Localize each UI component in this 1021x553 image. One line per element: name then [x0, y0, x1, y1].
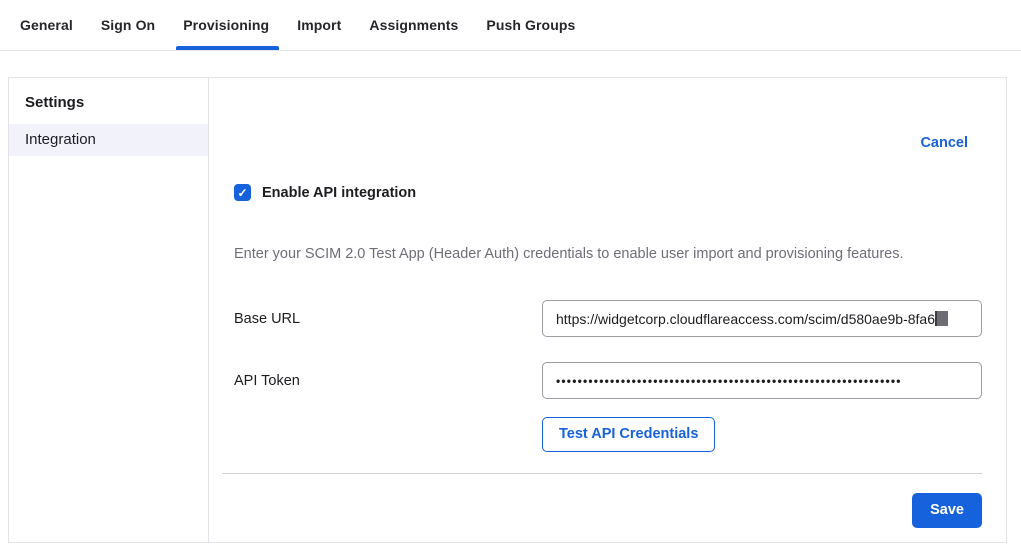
api-token-input[interactable]: ••••••••••••••••••••••••••••••••••••••••… [542, 362, 982, 399]
base-url-value: https://widgetcorp.cloudflareaccess.com/… [556, 311, 935, 327]
save-row: Save [234, 493, 982, 528]
test-credentials-row: Test API Credentials [234, 417, 982, 452]
enable-api-integration-row: ✓ Enable API integration [234, 184, 982, 201]
credentials-description: Enter your SCIM 2.0 Test App (Header Aut… [234, 246, 982, 263]
base-url-label: Base URL [234, 311, 542, 327]
cancel-link[interactable]: Cancel [920, 135, 968, 151]
enable-api-integration-checkbox[interactable]: ✓ [234, 184, 251, 201]
checkmark-icon: ✓ [237, 187, 247, 199]
base-url-row: Base URL https://widgetcorp.cloudflareac… [234, 300, 982, 337]
footer-divider [222, 473, 982, 474]
tab-general[interactable]: General [20, 0, 73, 50]
save-button[interactable]: Save [912, 493, 982, 528]
tab-assignments[interactable]: Assignments [369, 0, 458, 50]
app-tab-bar: General Sign On Provisioning Import Assi… [0, 0, 1021, 51]
api-token-row: API Token ••••••••••••••••••••••••••••••… [234, 362, 982, 399]
sidebar-item-integration[interactable]: Integration [9, 124, 208, 156]
base-url-input[interactable]: https://widgetcorp.cloudflareaccess.com/… [542, 300, 982, 337]
test-api-credentials-button[interactable]: Test API Credentials [542, 417, 715, 452]
tab-push-groups[interactable]: Push Groups [486, 0, 575, 50]
tab-sign-on[interactable]: Sign On [101, 0, 155, 50]
sidebar-heading: Settings [9, 78, 208, 124]
tab-import[interactable]: Import [297, 0, 341, 50]
api-token-masked-value: ••••••••••••••••••••••••••••••••••••••••… [556, 374, 902, 388]
api-token-label: API Token [234, 373, 542, 389]
cancel-row: Cancel [234, 134, 982, 152]
provisioning-panel: Settings Integration Cancel ✓ Enable API… [8, 77, 1007, 543]
text-selection-block [935, 311, 948, 326]
tab-provisioning[interactable]: Provisioning [183, 0, 269, 50]
settings-sidebar: Settings Integration [9, 78, 209, 542]
integration-settings-form: Cancel ✓ Enable API integration Enter yo… [209, 78, 1006, 542]
enable-api-integration-label: Enable API integration [262, 185, 416, 201]
